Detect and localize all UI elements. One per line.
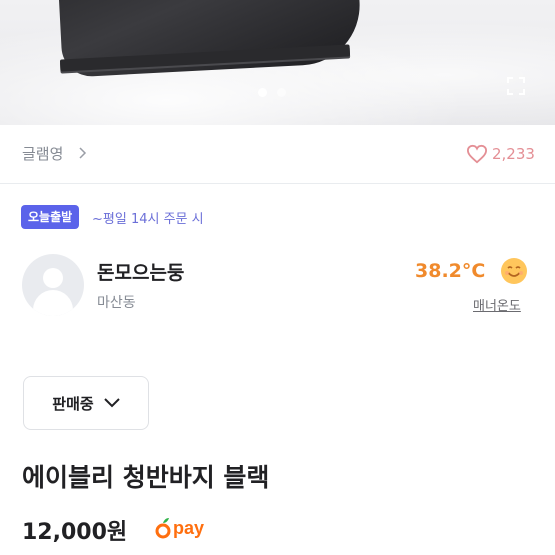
seller-avatar[interactable] [22,254,84,316]
orange-icon [155,518,171,539]
store-name[interactable]: 글램영 [22,143,63,164]
seller-location: 마산동 [97,295,136,311]
heart-icon [466,144,488,164]
sale-status-label: 판매중 [52,394,94,413]
like-count: 2,233 [492,145,535,163]
smile-face-icon [501,258,527,284]
pay-badge: pay [155,517,204,539]
gallery-dot-2[interactable] [277,88,286,97]
chevron-right-icon [79,147,87,159]
seller-nickname[interactable]: 돈모으는둥 [97,258,184,285]
gallery-dot-1[interactable] [258,88,267,97]
manner-temperature-link[interactable]: 매너온도 [473,295,521,314]
expand-icon[interactable] [506,76,526,96]
avatar-head-shape [43,268,63,288]
shipping-badge: 오늘출발 [21,205,80,229]
product-price: 12,000원 [22,520,128,545]
pay-label: pay [173,517,205,538]
shipping-note: ~평일 14시 주문 시 [92,212,204,227]
like-button[interactable]: 2,233 [466,144,535,164]
avatar-body-shape [33,290,73,316]
manner-temperature: 38.2°C [415,260,486,282]
product-image-gallery[interactable] [0,0,555,125]
sale-status-dropdown[interactable]: 판매중 [23,376,149,430]
gallery-pagination [258,88,286,97]
product-title: 에이블리 청반바지 블랙 [22,463,270,492]
chevron-down-icon [103,398,120,408]
